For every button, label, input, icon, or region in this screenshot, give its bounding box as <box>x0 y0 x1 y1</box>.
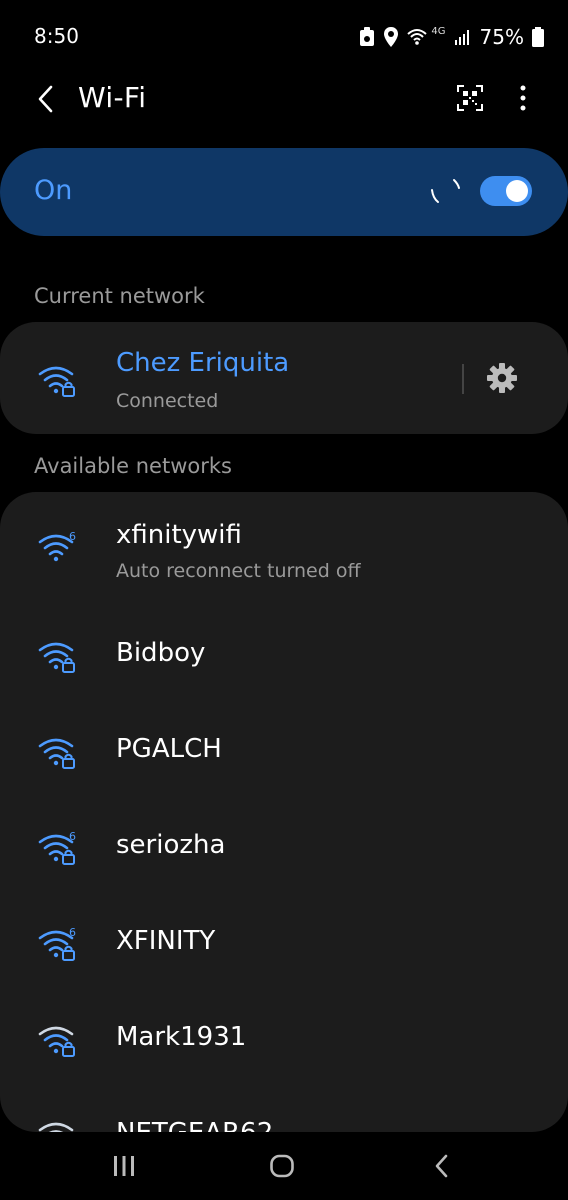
available-networks-list: 6 xfinitywifi Auto reconnect turned off … <box>0 492 568 1132</box>
qr-code-icon <box>457 85 483 111</box>
svg-text:6: 6 <box>69 926 76 939</box>
network-subtitle: Auto reconnect turned off <box>116 560 361 582</box>
wifi-secured-icon <box>38 1026 75 1057</box>
wifi-secured-icon <box>38 366 75 397</box>
nav-back-button[interactable] <box>422 1150 462 1182</box>
network-row-mark1931[interactable]: Mark1931 <box>0 992 568 1088</box>
home-button[interactable] <box>262 1150 302 1182</box>
current-network-name: Chez Eriquita <box>116 348 290 378</box>
svg-text:6: 6 <box>69 830 76 843</box>
network-name: Mark1931 <box>116 1022 247 1052</box>
battery-icon <box>532 27 544 47</box>
network-row-pgalch[interactable]: PGALCH <box>0 704 568 800</box>
network-name: PGALCH <box>116 734 222 764</box>
more-vertical-icon <box>520 85 526 111</box>
network-name: Bidboy <box>116 638 206 668</box>
wifi6-open-icon: 6 <box>38 530 76 562</box>
status-time: 8:50 <box>34 24 79 48</box>
wifi-secured-icon <box>38 642 75 673</box>
toggle-knob <box>506 180 528 202</box>
battery-percent: 75% <box>479 25 524 49</box>
status-bar: 8:50 4G 75% <box>0 0 568 76</box>
current-network-status: Connected <box>116 390 219 412</box>
location-icon <box>383 27 399 47</box>
nav-back-icon <box>435 1154 448 1178</box>
available-networks-header: Available networks <box>34 454 232 478</box>
vertical-divider <box>462 364 464 394</box>
wifi-master-switch-row[interactable]: On <box>0 148 568 236</box>
signal-icon <box>454 28 472 46</box>
app-bar: Wi-Fi <box>0 76 568 122</box>
recents-icon <box>114 1156 134 1176</box>
wifi6-secured-icon: 6 <box>38 830 76 865</box>
current-network-header: Current network <box>34 284 205 308</box>
recycle-icon <box>359 27 375 47</box>
wifi-master-label: On <box>34 175 73 206</box>
status-icons: 4G 75% <box>359 24 544 50</box>
wifi-status-icon <box>407 28 428 46</box>
more-options-button[interactable] <box>508 80 538 116</box>
network-name: XFINITY <box>116 926 216 956</box>
network-row-seriozha[interactable]: 6 seriozha <box>0 800 568 896</box>
qr-code-button[interactable] <box>454 82 486 114</box>
network-name: NETGEAR62 <box>116 1118 273 1132</box>
network-name: xfinitywifi <box>116 520 242 550</box>
current-network-card[interactable]: Chez Eriquita Connected <box>0 322 568 434</box>
home-icon <box>270 1154 294 1178</box>
chevron-left-icon <box>38 85 53 113</box>
network-row-bidboy[interactable]: Bidboy <box>0 608 568 704</box>
network-type: 4G <box>431 25 446 37</box>
network-row-xfinity[interactable]: 6 XFINITY <box>0 896 568 992</box>
svg-text:6: 6 <box>69 530 76 543</box>
navigation-bar <box>0 1132 568 1200</box>
network-name: seriozha <box>116 830 226 860</box>
network-row-partial[interactable]: NETGEAR62 <box>0 1088 568 1132</box>
wifi6-secured-icon: 6 <box>38 926 76 961</box>
page-title: Wi-Fi <box>78 81 147 114</box>
wifi-toggle[interactable] <box>480 176 532 206</box>
network-row-xfinitywifi[interactable]: 6 xfinitywifi Auto reconnect turned off <box>0 492 568 604</box>
network-settings-button[interactable] <box>484 360 520 396</box>
recents-button[interactable] <box>104 1150 144 1182</box>
back-button[interactable] <box>28 82 62 116</box>
wifi-secured-icon <box>38 1122 74 1132</box>
wifi-secured-icon <box>38 738 75 769</box>
gear-icon <box>487 363 517 393</box>
scanning-spinner-icon <box>431 179 460 203</box>
